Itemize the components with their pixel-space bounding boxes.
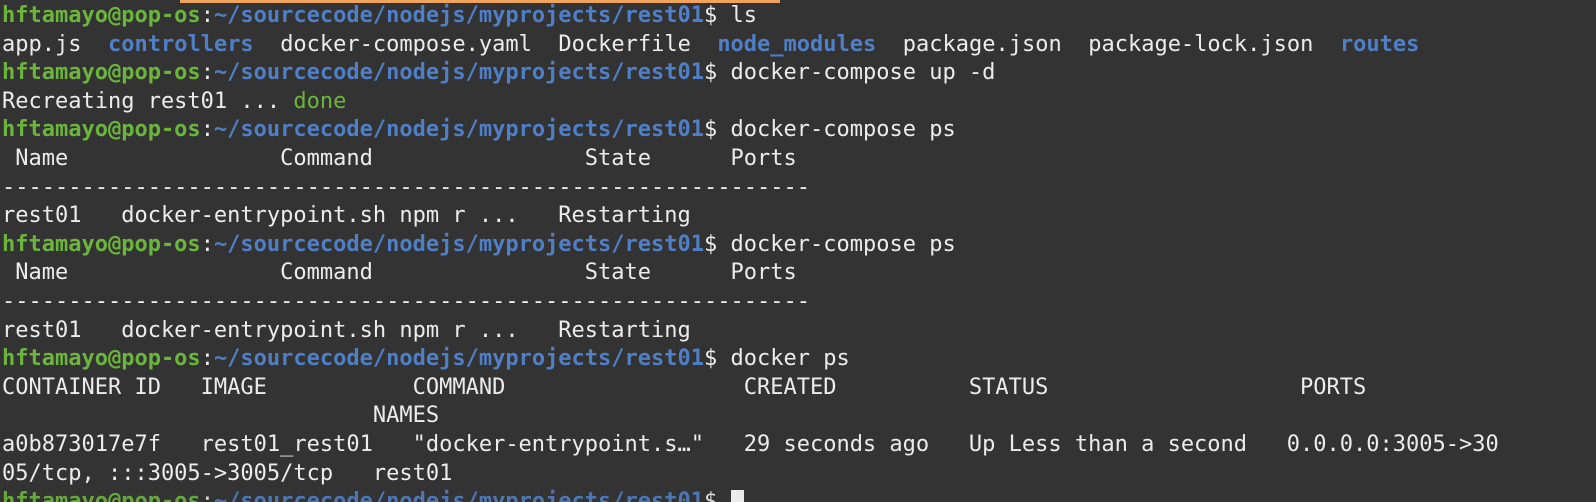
prompt-dollar: $	[704, 489, 731, 502]
prompt-user: hftamayo@pop-os	[2, 346, 201, 372]
file-entry: Dockerfile	[558, 31, 691, 57]
dir-entry: routes	[1339, 31, 1420, 57]
command-text: docker-compose ps	[730, 231, 956, 257]
prompt-dollar: $	[704, 346, 731, 372]
prompt-dollar: $	[704, 231, 731, 257]
dir-entry: controllers	[107, 31, 254, 57]
prompt-dollar: $	[704, 3, 731, 28]
dir-entry: node_modules	[717, 31, 877, 57]
terminal-line-active[interactable]: hftamayo@pop-os:~/sourcecode/nodejs/mypr…	[2, 488, 1596, 502]
terminal-line: hftamayo@pop-os:~/sourcecode/nodejs/mypr…	[2, 345, 1596, 374]
file-entry: docker-compose.yaml	[280, 31, 532, 57]
command-text: docker-compose ps	[730, 117, 956, 143]
table-header-wrap: NAMES	[2, 403, 440, 429]
table-header: Name Command State Ports	[2, 260, 797, 286]
prompt-user: hftamayo@pop-os	[2, 231, 201, 257]
terminal-line: hftamayo@pop-os:~/sourcecode/nodejs/mypr…	[2, 2, 1596, 31]
prompt-path: ~/sourcecode/nodejs/myprojects/rest01	[213, 346, 705, 372]
prompt-colon: :	[200, 3, 214, 28]
prompt-path: ~/sourcecode/nodejs/myprojects/rest01	[213, 60, 705, 86]
terminal-line: hftamayo@pop-os:~/sourcecode/nodejs/mypr…	[2, 116, 1596, 145]
prompt-user: hftamayo@pop-os	[2, 117, 201, 143]
status-done: done	[293, 88, 347, 114]
command-text: docker ps	[730, 346, 850, 372]
table-header: Name Command State Ports	[2, 145, 797, 171]
prompt-dollar: $	[704, 117, 731, 143]
prompt-colon: :	[200, 346, 214, 372]
command-text: ls	[730, 3, 758, 28]
prompt-colon: :	[200, 117, 214, 143]
table-row: rest01 docker-entrypoint.sh npm r ... Re…	[2, 317, 691, 343]
prompt-user: hftamayo@pop-os	[2, 3, 201, 28]
prompt-colon: :	[200, 489, 214, 502]
prompt-colon: :	[200, 231, 214, 257]
ls-output: app.js controllers docker-compose.yaml D…	[2, 31, 1596, 60]
prompt-colon: :	[200, 60, 214, 86]
table-row-wrap: 05/tcp, :::3005->3005/tcp rest01	[2, 460, 453, 486]
terminal-line: hftamayo@pop-os:~/sourcecode/nodejs/mypr…	[2, 59, 1596, 88]
file-entry: package.json	[902, 31, 1062, 57]
terminal-window[interactable]: hftamayo@pop-os:~/sourcecode/nodejs/mypr…	[0, 0, 1596, 502]
prompt-user: hftamayo@pop-os	[2, 489, 201, 502]
prompt-path: ~/sourcecode/nodejs/myprojects/rest01	[213, 489, 705, 502]
prompt-path: ~/sourcecode/nodejs/myprojects/rest01	[213, 117, 705, 143]
file-entry: package-lock.json	[1088, 31, 1314, 57]
recreate-text: Recreating rest01 ...	[2, 88, 294, 114]
file-entry: app.js	[2, 31, 82, 57]
prompt-dollar: $	[704, 60, 731, 86]
output-line: Recreating rest01 ... done	[2, 88, 1596, 117]
table-row: a0b873017e7f rest01_rest01 "docker-entry…	[2, 431, 1499, 457]
prompt-user: hftamayo@pop-os	[2, 60, 201, 86]
table-header: CONTAINER ID IMAGE COMMAND CREATED STATU…	[2, 374, 1367, 400]
prompt-path: ~/sourcecode/nodejs/myprojects/rest01	[213, 231, 705, 257]
prompt-path: ~/sourcecode/nodejs/myprojects/rest01	[213, 3, 705, 28]
terminal-line: hftamayo@pop-os:~/sourcecode/nodejs/mypr…	[2, 231, 1596, 260]
command-text: docker-compose up -d	[730, 60, 996, 86]
table-separator: ----------------------------------------…	[2, 288, 810, 314]
tab-accent-bar	[180, 0, 780, 3]
table-row: rest01 docker-entrypoint.sh npm r ... Re…	[2, 203, 691, 229]
table-separator: ----------------------------------------…	[2, 174, 810, 200]
text-cursor	[730, 490, 744, 502]
